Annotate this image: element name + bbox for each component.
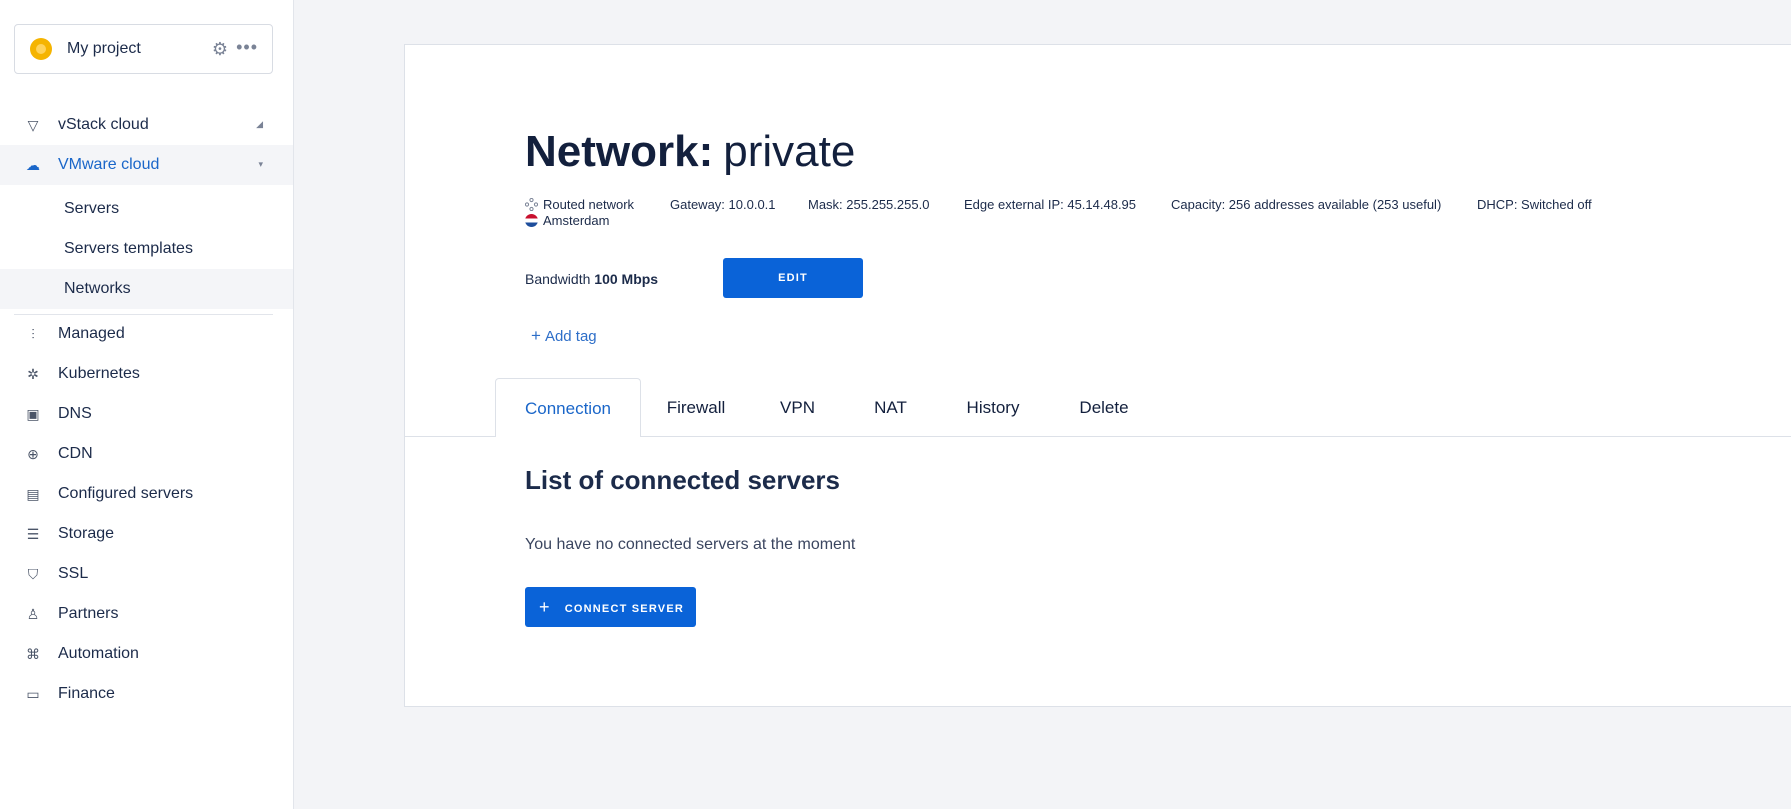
command-icon: ⌘ (26, 645, 40, 662)
nav-label: Configured servers (58, 485, 194, 502)
nav-label: Finance (58, 685, 115, 702)
capacity: Capacity: 256 addresses available (253 u… (1171, 197, 1442, 212)
nav-label: DNS (58, 405, 92, 422)
tab-connection[interactable]: Connection (495, 378, 641, 437)
nav-partners[interactable]: ♙ Partners (14, 594, 273, 634)
bandwidth-label: Bandwidth (525, 271, 591, 287)
chevron-icon: ◢ (256, 119, 263, 129)
page-title: Network: private (525, 127, 855, 177)
sliders-icon: ⫶ (31, 325, 35, 342)
helm-icon: ✲ (27, 365, 39, 382)
connect-server-button[interactable]: + CONNECT SERVER (525, 587, 696, 627)
sidebar-item-networks[interactable]: Networks (0, 269, 293, 309)
nav-vmware-cloud[interactable]: ☁ VMware cloud ▾ (14, 145, 273, 185)
nav-storage[interactable]: ☰ Storage (14, 514, 273, 554)
edge-external-ip: Edge external IP: 45.14.48.95 (964, 197, 1137, 212)
network-location: Amsterdam (525, 213, 609, 228)
edit-button[interactable]: EDIT (723, 258, 863, 298)
bandwidth-value: 100 Mbps (594, 271, 659, 287)
nav-configured-servers[interactable]: ▤ Configured servers (14, 474, 273, 514)
nav-label: CDN (58, 445, 93, 462)
project-name: My project (67, 40, 141, 57)
plus-icon: + (539, 597, 551, 617)
chevron-down-icon: ▾ (258, 159, 263, 169)
add-tag-label: Add tag (544, 328, 597, 345)
sidebar-item-label: Servers (64, 200, 120, 217)
netherlands-flag-icon (525, 214, 538, 227)
globe-icon: ⊕ (27, 445, 39, 462)
database-icon: ☰ (26, 525, 40, 542)
project-logo-icon (30, 38, 52, 60)
nav-cdn[interactable]: ⊕ CDN (14, 434, 273, 474)
project-selector[interactable]: My project ⚙ ••• (14, 24, 273, 74)
network-type: Routed network (525, 197, 634, 212)
sidebar: My project ⚙ ••• ▽ vStack cloud ◢ ☁ VMwa… (0, 0, 294, 809)
gear-icon[interactable]: ⚙ (210, 39, 230, 59)
sidebar-item-label: Servers templates (64, 240, 193, 257)
nav-label: Managed (58, 325, 125, 342)
nav-label: VMware cloud (58, 156, 160, 173)
shield-icon: ⛉ (27, 565, 39, 582)
bandwidth: Bandwidth 100 Mbps (525, 271, 658, 287)
tab-firewall[interactable]: Firewall (641, 378, 751, 437)
cloud-icon: ☁ (26, 156, 40, 173)
tab-nat[interactable]: NAT (844, 378, 937, 437)
section-heading: List of connected servers (525, 465, 840, 495)
nav-vstack-cloud[interactable]: ▽ vStack cloud ◢ (14, 105, 273, 145)
tab-vpn[interactable]: VPN (751, 378, 844, 437)
nav-label: vStack cloud (58, 116, 149, 133)
triangle-down-icon: ▽ (27, 116, 39, 133)
nav-automation[interactable]: ⌘ Automation (14, 634, 273, 674)
routed-network-icon (525, 198, 538, 211)
nav-label: Partners (58, 605, 119, 622)
nav-ssl[interactable]: ⛉ SSL (14, 554, 273, 594)
network-type-label: Routed network (543, 197, 635, 212)
nav-label: Automation (58, 645, 139, 662)
empty-state-text: You have no connected servers at the mom… (525, 536, 856, 553)
connect-server-label: CONNECT SERVER (564, 603, 684, 615)
network-card: Network: private Routed network Amsterdam… (404, 44, 1791, 707)
nav-label: SSL (58, 565, 89, 582)
dhcp-status: DHCP: Switched off (1477, 197, 1592, 212)
sidebar-item-label: Networks (64, 280, 131, 297)
nav-finance[interactable]: ▭ Finance (14, 674, 273, 714)
person-icon: ♙ (26, 605, 40, 622)
tab-delete[interactable]: Delete (1049, 378, 1159, 437)
add-tag-link[interactable]: + Add tag (531, 326, 597, 346)
nav-dns[interactable]: ▣ DNS (14, 394, 273, 434)
tab-history[interactable]: History (937, 378, 1049, 437)
nav-label: Storage (58, 525, 115, 542)
dns-icon: ▣ (26, 405, 40, 422)
location-label: Amsterdam (543, 213, 610, 228)
title-keyword: Network: (525, 127, 714, 176)
mask: Mask: 255.255.255.0 (808, 197, 930, 212)
nav-label: Kubernetes (58, 365, 140, 382)
nav-kubernetes[interactable]: ✲ Kubernetes (14, 354, 273, 394)
sidebar-item-servers-templates[interactable]: Servers templates (0, 229, 293, 269)
more-icon[interactable]: ••• (236, 37, 258, 57)
configured-servers-icon: ▤ (26, 485, 40, 502)
card-icon: ▭ (26, 685, 40, 702)
title-value: private (723, 127, 856, 176)
plus-icon: + (531, 326, 541, 345)
sidebar-item-servers[interactable]: Servers (0, 189, 293, 229)
nav-managed[interactable]: ⫶ Managed (14, 314, 273, 354)
gateway: Gateway: 10.0.0.1 (670, 197, 776, 212)
